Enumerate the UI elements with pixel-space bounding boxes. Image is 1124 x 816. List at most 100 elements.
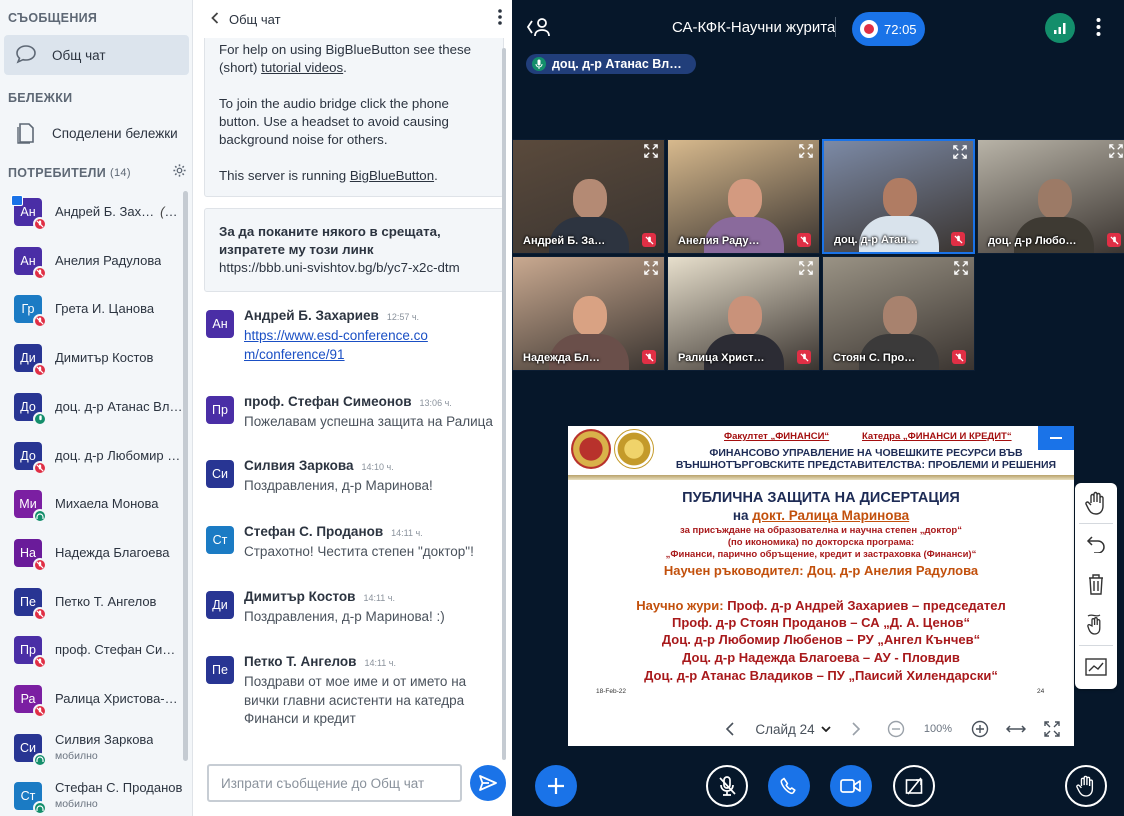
toggle-multi-user-button[interactable] — [1075, 647, 1117, 687]
chat-options-kebab-icon[interactable] — [498, 8, 502, 30]
avatar-initials: Ди — [212, 598, 228, 612]
user-list-item[interactable]: Ан Анелия Радулова — [14, 244, 186, 280]
fullscreen-icon[interactable] — [799, 144, 813, 158]
user-list-item[interactable]: Пе Петко Т. Ангелов — [14, 585, 186, 621]
options-kebab-icon[interactable] — [1096, 17, 1101, 42]
recording-indicator[interactable]: 72:05 — [852, 12, 925, 46]
user-name: Надежда Благоева — [55, 546, 170, 560]
presentation-slide[interactable]: Факултет „ФИНАНСИ“ Катедра „ФИНАНСИ И КР… — [568, 426, 1074, 712]
message-time: 12:57 ч. — [386, 312, 420, 322]
message-link[interactable]: https://www.esd-conference.com/conferenc… — [244, 327, 434, 364]
share-screen-button[interactable] — [893, 765, 935, 807]
bigbluebutton-link[interactable]: BigBlueButton — [350, 168, 434, 183]
video-tile[interactable]: доц. д-р Атан… — [822, 139, 975, 254]
fullscreen-icon[interactable] — [1109, 144, 1123, 158]
message-text: Поздравления, д-р Маринова! :) — [244, 609, 445, 624]
minimize-presentation-button[interactable] — [1038, 426, 1074, 450]
slide-date: 18-Feb-22 — [596, 688, 626, 695]
video-tile[interactable]: Ралица Христ… — [667, 256, 820, 371]
slide-selector-label: Слайд 24 — [755, 721, 815, 737]
user-list-item[interactable]: Пр проф. Стефан Сим… — [14, 633, 186, 670]
chat-scrollbar[interactable] — [502, 48, 506, 760]
next-slide-button[interactable] — [844, 717, 868, 741]
user-name-text: Стефан С. Проданов — [55, 781, 183, 796]
video-tile[interactable]: Андрей Б. За… — [512, 139, 665, 254]
avatar-initials: Пр — [20, 643, 36, 658]
leave-audio-button[interactable] — [768, 765, 810, 807]
users-heading: ПОТРЕБИТЕЛИ — [8, 166, 107, 180]
avatar: Ан — [11, 195, 47, 231]
avatar-initials: Ст — [212, 533, 228, 547]
user-list-item[interactable]: До доц. д-р Атанас Вла… — [14, 390, 186, 426]
shared-notes-item[interactable]: Споделени бележки — [4, 113, 189, 153]
user-list-item[interactable]: Си Силвия Заркова мобилно — [14, 731, 186, 767]
multi-user-whiteboard-button[interactable] — [1075, 604, 1117, 644]
avatar-initials: Ан — [212, 317, 228, 331]
whiteboard-toolbar — [1075, 483, 1117, 689]
user-name-text: Анелия Радулова — [55, 253, 162, 268]
fullscreen-icon[interactable] — [799, 261, 813, 275]
clear-all-button[interactable] — [1075, 564, 1117, 604]
settings-gear-icon[interactable] — [172, 163, 187, 183]
fullscreen-button[interactable] — [1040, 717, 1064, 741]
user-name: Димитър Костов — [55, 351, 153, 365]
user-list-panel: СЪОБЩЕНИЯ Общ чат БЕЛЕЖКИ Споделени беле… — [0, 0, 193, 816]
video-tile[interactable]: Стоян С. Про… — [822, 256, 975, 371]
user-list-item[interactable]: Ра Ралица Христова-М… — [14, 682, 186, 718]
invite-url[interactable]: https://bbb.uni-svishtov.bg/b/yc7-x2c-dt… — [219, 259, 489, 277]
message-header: Петко Т. Ангелов 14:11 ч. — [244, 654, 502, 669]
chat-back-button[interactable]: Общ чат — [211, 12, 281, 27]
previous-slide-button[interactable] — [718, 717, 742, 741]
user-list-scrollbar[interactable] — [183, 191, 188, 761]
actions-plus-button[interactable] — [535, 765, 577, 807]
user-list-item[interactable]: До доц. д-р Любомир Л… — [14, 439, 186, 475]
chat-message: Ди Димитър Костов 14:11 ч. Поздравления, д-… — [206, 589, 502, 627]
zoom-out-button[interactable] — [884, 717, 908, 741]
fullscreen-icon[interactable] — [953, 145, 967, 159]
slide-selector[interactable]: Слайд 24 — [750, 717, 836, 741]
raise-hand-button[interactable] — [1065, 765, 1107, 807]
message-header: Стефан С. Проданов 14:11 ч. — [244, 524, 474, 539]
avatar-initials: На — [20, 545, 36, 560]
slide-program-line: (по икономика) по докторска програма: — [727, 537, 915, 548]
video-user-name: Надежда Бл… — [523, 352, 600, 364]
tutorial-videos-link[interactable]: tutorial videos — [261, 60, 343, 75]
avatar: Ми — [14, 490, 47, 524]
zoom-in-button[interactable] — [968, 717, 992, 741]
top-bar: СА-КФК-Научни журита 72:05 — [512, 0, 1124, 56]
fullscreen-icon[interactable] — [954, 261, 968, 275]
video-tile[interactable]: доц. д-р Любо… — [977, 139, 1124, 254]
public-chat-item[interactable]: Общ чат — [4, 35, 189, 75]
chat-message-input[interactable]: Изпрати съобщение до Общ чат — [207, 764, 462, 802]
send-message-button[interactable] — [470, 765, 506, 801]
chat-panel: Общ чат For help on using BigBlueButton … — [193, 0, 512, 816]
message-text: https://www.esd-conference.com/conferenc… — [244, 327, 434, 364]
faculty-name-text: Факултет „ФИНАНСИ“ — [724, 431, 830, 442]
zoom-level[interactable]: 100% — [918, 717, 958, 741]
presentation-toolbar: Слайд 24 100% — [568, 712, 1074, 746]
dissertation-title-line-1: ФИНАНСОВО УПРАВЛЕНИЕ НА ЧОВЕШКИТЕ РЕСУРС… — [709, 447, 1023, 459]
fit-to-width-button[interactable] — [1004, 717, 1028, 741]
unmute-mic-button[interactable] — [706, 765, 748, 807]
talking-indicator[interactable]: доц. д-р Атанас Вл… — [526, 54, 696, 74]
undo-button[interactable] — [1075, 524, 1117, 564]
hand-tool-button[interactable] — [1075, 483, 1117, 523]
video-tile[interactable]: Надежда Бл… — [512, 256, 665, 371]
user-list-item[interactable]: Гр Грета И. Цанова — [14, 292, 186, 329]
avatar: Ди — [206, 591, 234, 619]
user-list-item[interactable]: Ми Михаела Монова — [14, 487, 186, 524]
fullscreen-icon[interactable] — [644, 144, 658, 158]
user-list-item[interactable]: Ан Андрей Б. Зах… (Вие) — [11, 195, 186, 231]
punct: . — [434, 168, 438, 183]
share-webcam-button[interactable] — [830, 765, 872, 807]
user-list-item[interactable]: Ди Димитър Костов — [14, 341, 186, 378]
user-list-item[interactable]: Ст Стефан С. Проданов мобилно — [14, 779, 186, 816]
connection-status-icon[interactable] — [1045, 13, 1075, 43]
zoom-out-icon — [887, 720, 905, 738]
video-tile[interactable]: Анелия Раду… — [667, 139, 820, 254]
toggle-user-list-icon[interactable] — [526, 16, 552, 43]
avatar: Ст — [206, 526, 234, 554]
user-list-item[interactable]: На Надежда Благоева — [14, 536, 186, 572]
fullscreen-icon[interactable] — [644, 261, 658, 275]
user-name: доц. д-р Любомир Л… — [55, 449, 183, 463]
